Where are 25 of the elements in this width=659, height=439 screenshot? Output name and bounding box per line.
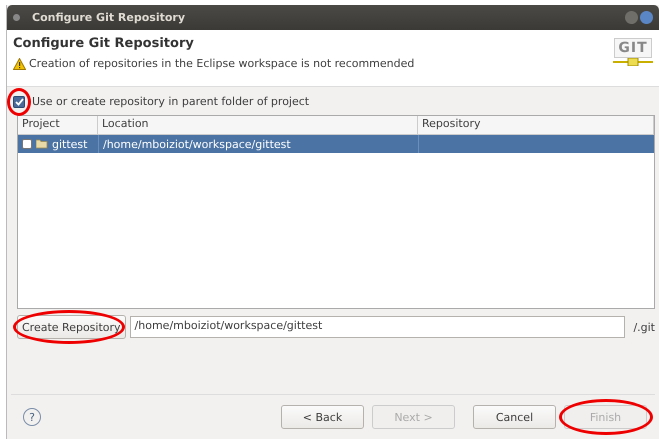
create-repository-button[interactable]: Create Repository <box>17 315 126 339</box>
checkbox[interactable] <box>13 96 25 108</box>
dialog-button[interactable]: Cancel <box>473 405 556 429</box>
repository-path-field[interactable]: /home/mboiziot/workspace/gittest <box>130 316 626 338</box>
folder-icon <box>36 139 48 149</box>
column-header[interactable]: Location <box>98 116 418 134</box>
checkbox-label[interactable]: Use or create repository in parent folder of project <box>32 95 310 108</box>
git-logo: GIT <box>614 38 652 58</box>
warning-icon <box>13 58 26 70</box>
window-menu-icon[interactable] <box>13 14 20 21</box>
column-header[interactable]: Project <box>18 116 98 134</box>
window-title: Configure Git Repository <box>32 11 186 24</box>
row-checkbox[interactable] <box>22 139 32 149</box>
project-name: gittest <box>52 138 88 150</box>
page-title: Configure Git Repository <box>13 36 195 51</box>
maximize-button[interactable] <box>625 11 638 24</box>
warning-message: Creation of repositories in the Eclipse workspace is not recommended <box>29 57 414 70</box>
close-button[interactable] <box>640 11 653 24</box>
column-header[interactable]: Repository <box>418 116 654 134</box>
dialog-button[interactable]: < Back <box>281 405 364 429</box>
table-row[interactable]: gittest /home/mboiziot/workspace/gittest <box>18 135 654 153</box>
git-suffix: /.git <box>633 320 655 334</box>
location-cell: /home/mboiziot/workspace/gittest <box>103 138 291 150</box>
help-button[interactable]: ? <box>23 408 41 426</box>
connector-icon <box>613 58 653 66</box>
